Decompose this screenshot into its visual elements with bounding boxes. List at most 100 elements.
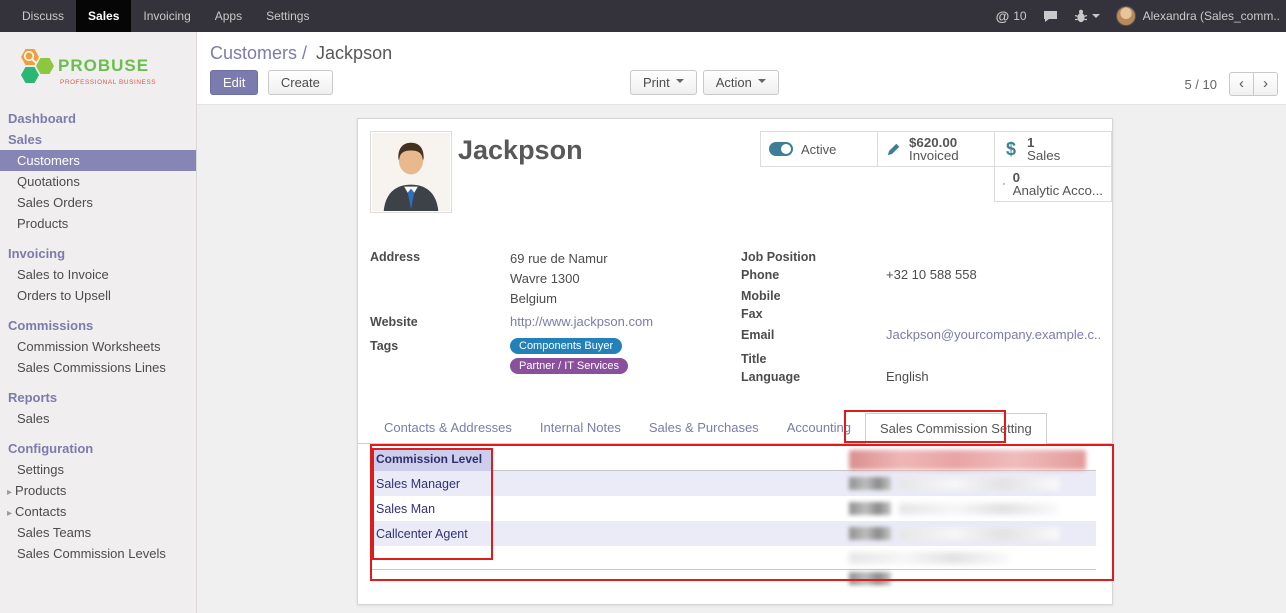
sidebar-item-customers[interactable]: Customers: [0, 150, 196, 171]
commission-level-cell: Sales Man: [372, 502, 849, 516]
commission-level-cell: Callcenter Agent: [372, 527, 849, 541]
active-toggle-button[interactable]: Active: [760, 131, 878, 167]
language-label: Language: [741, 369, 886, 385]
commission-table-footer-row: [372, 570, 1096, 586]
action-buttons-row: Edit Create Print Action 5 / 10 ‹ ›: [197, 70, 1286, 98]
job-position-field: Job Position: [741, 249, 1102, 265]
sales-label: Sales: [1027, 149, 1060, 162]
menu-invoicing[interactable]: Invoicing: [131, 0, 202, 32]
dollar-icon: $: [1003, 139, 1019, 160]
sidebar-item-sales-orders[interactable]: Sales Orders: [0, 192, 196, 213]
stat-buttons: Active $620.00 Invoiced $: [758, 132, 1112, 202]
bug-icon: [1074, 9, 1088, 23]
title-value: [886, 351, 1102, 367]
breadcrumb-customers[interactable]: Customers /: [210, 43, 307, 63]
menu-discuss[interactable]: Discuss: [10, 0, 76, 32]
user-menu[interactable]: Alexandra (Sales_comm..: [1116, 6, 1280, 26]
sidebar-section-configuration[interactable]: Configuration: [0, 438, 196, 459]
tab-sales-purchases[interactable]: Sales & Purchases: [635, 413, 773, 445]
commission-row-sales-manager[interactable]: Sales Manager: [372, 471, 1096, 496]
expand-caret-icon[interactable]: ▸: [7, 508, 12, 519]
redacted-cell: [899, 528, 1059, 540]
company-logo[interactable]: PROBUSE PROFESSIONAL BUSINESS: [0, 32, 196, 108]
website-link[interactable]: http://www.jackpson.com: [510, 314, 653, 329]
email-label: Email: [741, 327, 886, 343]
sidebar-section-reports[interactable]: Reports: [0, 387, 196, 408]
email-link[interactable]: Jackpson@yourcompany.example.c..: [886, 327, 1101, 342]
menu-settings[interactable]: Settings: [254, 0, 321, 32]
fax-label: Fax: [741, 306, 886, 322]
sidebar-item-quotations[interactable]: Quotations: [0, 171, 196, 192]
sidebar-item-products[interactable]: Products: [0, 213, 196, 234]
sidebar-item-sales-commission-levels[interactable]: Sales Commission Levels: [0, 543, 196, 564]
commission-row-sales-man[interactable]: Sales Man: [372, 496, 1096, 521]
mentions-button[interactable]: @ 10: [996, 8, 1027, 24]
sidebar-item-config-contacts[interactable]: ▸Contacts: [0, 501, 196, 522]
print-dropdown-button[interactable]: Print: [630, 70, 697, 95]
sidebar-section-sales[interactable]: Sales: [0, 129, 196, 150]
tab-sales-commission-setting[interactable]: Sales Commission Setting: [865, 413, 1047, 445]
breadcrumb: Customers / Jackpson: [197, 32, 1286, 64]
commission-table-header-row: Commission Level: [372, 449, 1096, 471]
job-position-value: [886, 249, 1102, 265]
address-street: 69 rue de Namur: [510, 249, 730, 269]
sidebar-section-invoicing[interactable]: Invoicing: [0, 243, 196, 264]
commission-row-callcenter-agent[interactable]: Callcenter Agent: [372, 521, 1096, 546]
invoiced-stat-button[interactable]: $620.00 Invoiced: [877, 131, 995, 167]
expand-caret-icon[interactable]: ▸: [7, 487, 12, 498]
tags-label: Tags: [370, 338, 510, 374]
title-field: Title: [741, 351, 1102, 367]
tab-accounting[interactable]: Accounting: [773, 413, 865, 445]
commission-levels-table: Commission Level Sales Manager Sales Man…: [372, 449, 1096, 586]
customer-name-title: Jackpson: [458, 135, 583, 166]
customer-form-sheet: Jackpson Active $620.00: [357, 118, 1113, 605]
tab-contacts-addresses[interactable]: Contacts & Addresses: [370, 413, 526, 445]
sidebar-item-config-products[interactable]: ▸Products: [0, 480, 196, 501]
logo-title: PROBUSE: [58, 56, 149, 75]
breadcrumb-current-record: Jackpson: [316, 43, 392, 63]
sidebar-item-label: Contacts: [15, 504, 66, 519]
tab-internal-notes[interactable]: Internal Notes: [526, 413, 635, 445]
chat-bubble-icon: [1043, 10, 1058, 23]
commission-row-empty[interactable]: [372, 546, 1096, 570]
tag-partner-it-services[interactable]: Partner / IT Services: [510, 358, 628, 374]
topbar: Discuss Sales Invoicing Apps Settings @ …: [0, 0, 1286, 32]
toggle-on-icon: [769, 142, 793, 156]
create-button[interactable]: Create: [268, 70, 333, 95]
tag-components-buyer[interactable]: Components Buyer: [510, 338, 622, 354]
record-actions: Print Action: [630, 70, 779, 95]
sidebar-section-commissions[interactable]: Commissions: [0, 315, 196, 336]
fields-right-column: Job Position Phone +32 10 588 558 Mobile: [741, 249, 1102, 387]
menu-apps[interactable]: Apps: [203, 0, 254, 32]
sales-stat-button[interactable]: $ 1 Sales: [994, 131, 1112, 167]
sidebar-item-orders-to-upsell[interactable]: Orders to Upsell: [0, 285, 196, 306]
action-dropdown-button[interactable]: Action: [703, 70, 779, 95]
pager-next-button[interactable]: ›: [1253, 72, 1278, 96]
menu-sales[interactable]: Sales: [76, 0, 131, 32]
sidebar-item-commission-worksheets[interactable]: Commission Worksheets: [0, 336, 196, 357]
pager-previous-button[interactable]: ‹: [1229, 72, 1254, 96]
address-country: Belgium: [510, 289, 730, 309]
debug-menu-button[interactable]: [1074, 9, 1100, 23]
chevron-down-icon: [758, 79, 766, 87]
sidebar-item-settings[interactable]: Settings: [0, 459, 196, 480]
customer-fields: Address 69 rue de Namur Wavre 1300 Belgi…: [370, 249, 1102, 387]
analytic-accounts-stat-button[interactable]: 0 Analytic Acco...: [994, 166, 1112, 202]
edit-button[interactable]: Edit: [210, 70, 258, 95]
sidebar-item-sales-teams[interactable]: Sales Teams: [0, 522, 196, 543]
messages-button[interactable]: [1043, 10, 1058, 23]
content-background: Jackpson Active $620.00: [197, 105, 1286, 613]
customer-avatar[interactable]: [370, 131, 452, 213]
redacted-cell: [849, 527, 891, 540]
sidebar-menu: Dashboard Sales Customers Quotations Sal…: [0, 108, 196, 564]
sidebar-section-dashboard[interactable]: Dashboard: [0, 108, 196, 129]
redacted-cell: [849, 477, 891, 490]
phone-label: Phone: [741, 267, 886, 283]
sidebar-item-sales-to-invoice[interactable]: Sales to Invoice: [0, 264, 196, 285]
sidebar-item-sales-commissions-lines[interactable]: Sales Commissions Lines: [0, 357, 196, 378]
topbar-menu: Discuss Sales Invoicing Apps Settings: [0, 0, 321, 32]
sidebar-item-reports-sales[interactable]: Sales: [0, 408, 196, 429]
redacted-cell: [849, 502, 891, 515]
title-label: Title: [741, 351, 886, 367]
commission-level-column-header: Commission Level: [372, 449, 491, 471]
